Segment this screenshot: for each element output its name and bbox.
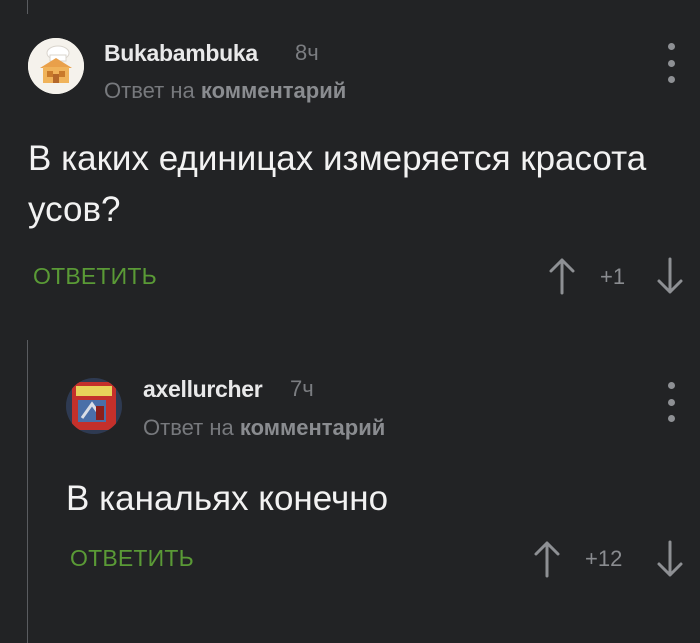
avatar[interactable] (28, 38, 84, 94)
comment-time: 7ч (290, 376, 314, 401)
upvote-arrow-icon[interactable] (532, 539, 562, 579)
reply-to-link[interactable]: комментарий (240, 415, 385, 440)
reply-to-info: Ответ на комментарий (104, 78, 346, 104)
more-options-icon[interactable] (665, 43, 677, 83)
downvote-arrow-icon[interactable] (655, 539, 685, 579)
downvote-arrow-icon[interactable] (655, 256, 685, 296)
book-cover-avatar-icon (66, 378, 122, 434)
username[interactable]: axellurcher (143, 376, 263, 403)
avatar[interactable] (66, 378, 122, 434)
reply-to-prefix: Ответ на (104, 78, 195, 103)
more-options-icon[interactable] (665, 382, 677, 422)
comment: Bukabambuka 8ч Ответ на комментарий В ка… (0, 0, 700, 330)
comment-score: +12 (585, 546, 623, 571)
comment-text: В канальях конечно (66, 479, 389, 518)
username[interactable]: Bukabambuka (104, 40, 258, 67)
comment-score: +1 (600, 264, 626, 289)
reply-button[interactable]: ОТВЕТИТЬ (70, 545, 194, 572)
reply-to-link[interactable]: комментарий (201, 78, 346, 103)
comment-time: 8ч (295, 40, 319, 65)
comment: axellurcher 7ч Ответ на комментарий В ка… (0, 345, 700, 643)
comments-page: Bukabambuka 8ч Ответ на комментарий В ка… (0, 0, 700, 643)
cook-house-avatar-icon (28, 38, 84, 94)
reply-to-prefix: Ответ на (143, 415, 234, 440)
reply-button[interactable]: ОТВЕТИТЬ (33, 263, 157, 290)
reply-to-info: Ответ на комментарий (143, 415, 385, 441)
upvote-arrow-icon[interactable] (547, 256, 577, 296)
comment-text: В каких единицах измеряется красота усов… (28, 139, 647, 229)
